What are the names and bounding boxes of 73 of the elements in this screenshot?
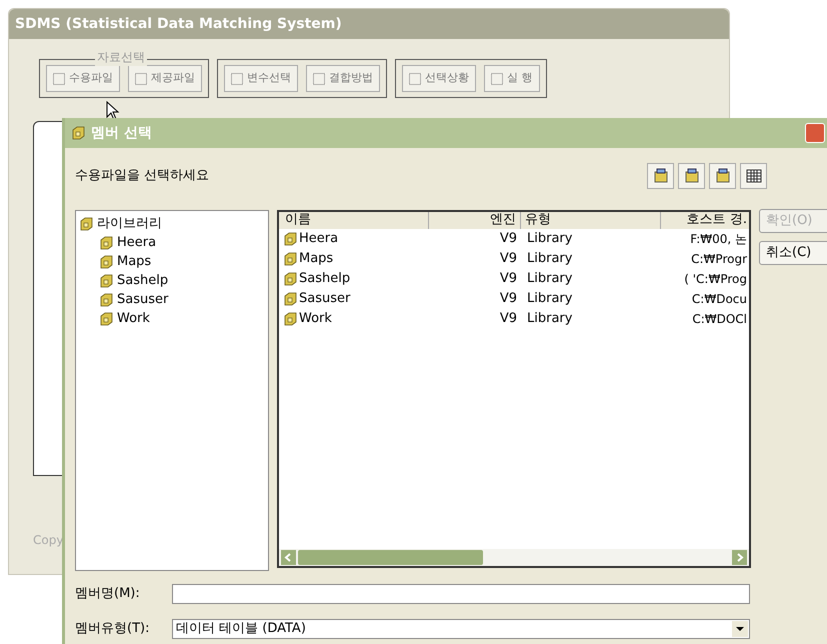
table-cell[interactable]: Sasuser	[299, 289, 350, 309]
toolbar-button[interactable]: 변수선택	[224, 65, 298, 92]
scrollbar-thumb[interactable]	[298, 550, 483, 565]
library-icon	[99, 292, 113, 306]
library-icon	[283, 252, 297, 266]
table-cell[interactable]: Sashelp	[299, 269, 350, 289]
tree-item[interactable]: 라이브러리	[97, 217, 162, 230]
document-icon	[231, 72, 243, 84]
library-icon	[283, 312, 297, 326]
toolbar-button[interactable]	[709, 163, 736, 189]
field-label: 멤버유형(T):	[75, 620, 150, 638]
library-icon	[99, 274, 113, 288]
document-icon	[135, 72, 147, 84]
table-cell-text: Library	[526, 290, 574, 308]
library-icon	[283, 292, 297, 306]
table-cell-text: V9	[498, 310, 518, 328]
toolbar-button[interactable]	[647, 163, 674, 189]
table-cell[interactable]: Maps	[299, 249, 334, 269]
library-icon	[283, 272, 297, 286]
copyright-text: Copy	[33, 532, 64, 549]
library-icon	[99, 236, 113, 250]
cursor-icon	[106, 101, 120, 121]
tree-item[interactable]: Sashelp	[117, 274, 168, 287]
library-icon	[79, 216, 93, 230]
library-icon	[99, 312, 113, 326]
horizontal-scrollbar[interactable]	[279, 549, 749, 566]
toolbar-button[interactable]: 결합방법	[306, 65, 380, 92]
dialog-button[interactable]: 취소(C)	[759, 241, 827, 265]
library-icon	[99, 254, 113, 268]
grid-icon	[746, 168, 762, 184]
table-cell-text: V9	[498, 230, 518, 248]
window-title: SDMS (Statistical Data Matching System)	[15, 14, 342, 34]
member-type-dropdown[interactable]: 데이터 테이블 (DATA)	[172, 619, 750, 639]
column-header[interactable]: 유형	[521, 212, 661, 229]
member-name-field[interactable]	[172, 584, 750, 604]
table-cell-text: Library	[526, 310, 574, 328]
tree-item[interactable]: Work	[117, 312, 150, 325]
column-header[interactable]: 이름	[279, 212, 429, 229]
library-icon	[652, 168, 668, 184]
toolbar-button[interactable]: 제공파일	[128, 65, 202, 92]
close-button[interactable]	[805, 123, 825, 143]
tree-item[interactable]: Maps	[117, 255, 152, 268]
table-cell-text: Library	[526, 250, 574, 268]
table-cell-text: ( 'C:₩Prog	[683, 271, 748, 288]
table-cell-text: V9	[498, 290, 518, 308]
table-cell-text: Library	[526, 230, 574, 248]
document-icon	[53, 72, 65, 84]
tree-item[interactable]: Sasuser	[117, 293, 168, 306]
tree-item[interactable]: Heera	[117, 236, 156, 249]
library-icon	[283, 232, 297, 246]
toolbar-button[interactable]	[678, 163, 705, 189]
table-cell-text: V9	[498, 250, 518, 268]
table-cell-text: C:₩Progr	[690, 251, 748, 268]
table-cell-text: C:₩Docu	[690, 291, 748, 308]
table-cell[interactable]: Heera	[299, 229, 338, 249]
table-cell-text: V9	[498, 270, 518, 288]
table-cell-text: F:₩00, 논	[689, 231, 748, 248]
toolbar-button[interactable]: 실 행	[484, 65, 540, 92]
column-header[interactable]: 호스트 경.	[661, 212, 749, 229]
field-label: 멤버명(M):	[75, 585, 141, 604]
toolbar-button[interactable]	[740, 163, 767, 189]
toolbar-button[interactable]: 선택상황	[402, 65, 476, 92]
table-cell-text: Library	[526, 270, 574, 288]
dialog-title: 멤버 선택	[91, 124, 152, 142]
document-icon	[491, 72, 503, 84]
table-cell[interactable]: Work	[299, 309, 332, 329]
toolbar-button[interactable]: 수용파일	[46, 65, 120, 92]
column-header[interactable]: 엔진	[429, 212, 521, 229]
document-icon	[313, 72, 325, 84]
prompt-text: 수용파일을 선택하세요	[75, 167, 210, 186]
library-icon	[71, 126, 85, 140]
document-icon	[409, 72, 421, 84]
table-cell-text: C:₩DOCl	[691, 311, 748, 328]
